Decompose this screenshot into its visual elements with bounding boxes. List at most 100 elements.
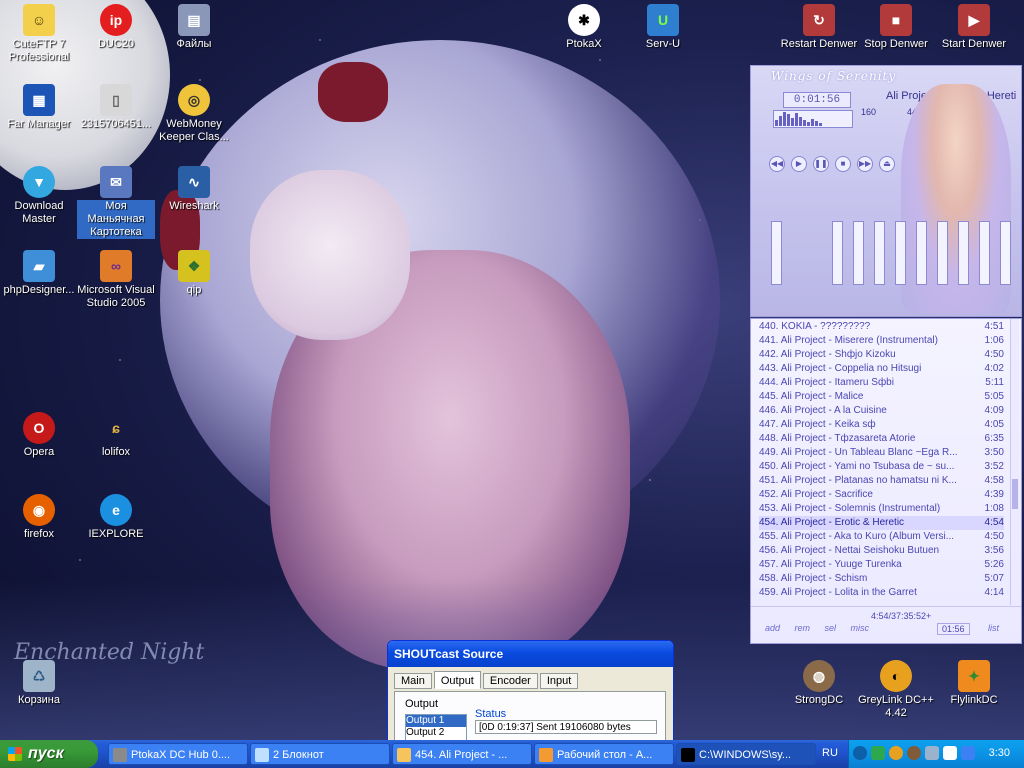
qip-tray-icon[interactable] — [871, 746, 885, 760]
playlist-row[interactable]: 440. KOKIA - ????????? 4:51 — [759, 320, 1004, 334]
output-item[interactable]: Output 2 — [406, 727, 466, 739]
network-icon[interactable] — [925, 746, 939, 760]
taskbar-item-winamp[interactable]: 454. Ali Project - ... — [392, 743, 532, 765]
taskbar-item-ptokax[interactable]: PtokaX DC Hub 0.... — [108, 743, 248, 765]
playlist-row[interactable]: 445. Ali Project - Malice 5:05 — [759, 390, 1004, 404]
tab-input[interactable]: Input — [539, 673, 579, 689]
playlist-row-duration: 1:08 — [984, 503, 1004, 514]
playlist-list-button[interactable]: list — [988, 623, 999, 633]
playlist-row-duration: 4:50 — [984, 349, 1004, 360]
eq-slider[interactable] — [1000, 221, 1011, 285]
desktop-icon-webmoney[interactable]: ◎ WebMoney Keeper Clas... — [155, 84, 233, 144]
playlist-scrollbar[interactable] — [1010, 319, 1019, 605]
start-button[interactable]: пуск — [0, 740, 98, 768]
taskbar-item-desktop-folder[interactable]: Рабочий стол - A... — [534, 743, 674, 765]
media-player-window[interactable]: Wings of Serenity 0:01:56 Ali Project - … — [750, 65, 1022, 317]
playlist-row[interactable]: 441. Ali Project - Miserere (Instrumenta… — [759, 334, 1004, 348]
eq-slider[interactable] — [958, 221, 969, 285]
restart-denwer-icon: ↻ — [803, 4, 835, 36]
desktop-icon-duc20[interactable]: ip DUC20 — [77, 4, 155, 51]
playlist-row[interactable]: 448. Ali Project - Tфzasareta Atorie 6:35 — [759, 432, 1004, 446]
eq-slider[interactable] — [895, 221, 906, 285]
desktop-icon-files[interactable]: ▤ Файлы — [155, 4, 233, 51]
desktop-icon-strongdc[interactable]: ◍ StrongDC — [780, 660, 858, 707]
desktop-icon-start-denwer[interactable]: ▶ Start Denwer — [935, 4, 1013, 51]
playlist-row[interactable]: 452. Ali Project - Sacrifice 4:39 — [759, 488, 1004, 502]
desktop-icon-lolifox[interactable]: ɕ lolifox — [77, 412, 155, 459]
chevron-left-icon[interactable] — [853, 746, 867, 760]
desktop-icon-phpdesigner[interactable]: ▰ phpDesigner... — [0, 250, 78, 297]
tab-output[interactable]: Output — [433, 671, 481, 689]
desktop-icon-ptokax[interactable]: ✱ PtokaX — [545, 4, 623, 51]
playlist-row[interactable]: 451. Ali Project - Platanas no hamatsu n… — [759, 474, 1004, 488]
desktop-icon-stop-denwer[interactable]: ■ Stop Denwer — [857, 4, 935, 51]
playlist-row[interactable]: 457. Ali Project - Yuuge Turenka 5:26 — [759, 558, 1004, 572]
eq-slider[interactable] — [832, 221, 843, 285]
playlist-window[interactable]: 440. KOKIA - ????????? 4:51 441. Ali Proje… — [750, 318, 1022, 644]
eq-slider[interactable] — [916, 221, 927, 285]
output-item[interactable]: Output 1 — [406, 715, 466, 727]
tab-encoder[interactable]: Encoder — [482, 673, 538, 689]
playlist-footer-buttons[interactable]: add rem sel misc — [765, 623, 869, 633]
taskbar-item-notepad[interactable]: 2 Блокнот — [250, 743, 390, 765]
desktop-icon-greylink[interactable]: ◐ GreyLink DC++ 4.42 — [857, 660, 935, 720]
tab-main[interactable]: Main — [394, 673, 432, 689]
taskbar-item-cmd[interactable]: C:\WINDOWS\sy... — [676, 743, 816, 765]
output-list[interactable]: Output 1 Output 2 — [405, 714, 467, 741]
playlist-row[interactable]: 442. Ali Project - Shфjo Kizoku 4:50 — [759, 348, 1004, 362]
desktop-icon-firefox[interactable]: ◉ firefox — [0, 494, 78, 541]
language-indicator[interactable]: RU — [822, 747, 838, 759]
playlist-row[interactable]: 446. Ali Project - A la Cuisine 4:09 — [759, 404, 1004, 418]
desktop-icon-file[interactable]: ▯ 2315706451... — [77, 84, 155, 131]
playlist-row[interactable]: 447. Ali Project - Keika sф 4:05 — [759, 418, 1004, 432]
pause-icon[interactable]: ❚❚ — [813, 156, 829, 172]
ptokax-icon — [113, 748, 127, 762]
playlist-row[interactable]: 454. Ali Project - Erotic & Heretic 4:54 — [759, 516, 1004, 530]
clock[interactable]: 3:30 — [989, 747, 1010, 759]
desktop-icon-recycle-bin[interactable]: ♺ Корзина — [0, 660, 78, 707]
playlist-row-title: 440. KOKIA - ????????? — [759, 321, 871, 332]
play-icon[interactable]: ▶ — [791, 156, 807, 172]
next-icon[interactable]: ▶▶ — [857, 156, 873, 172]
eq-preamp-slider[interactable] — [771, 221, 782, 285]
playlist-row[interactable]: 453. Ali Project - Solemnis (Instrumenta… — [759, 502, 1004, 516]
eq-slider[interactable] — [937, 221, 948, 285]
playlist-row[interactable]: 456. Ali Project - Nettai Seishoku Butue… — [759, 544, 1004, 558]
eq-slider[interactable] — [874, 221, 885, 285]
desktop-icon-restart-denwer[interactable]: ↻ Restart Denwer — [780, 4, 858, 51]
desktop-icon-cuteftp[interactable]: ☺ CuteFTP 7 Professional — [0, 4, 78, 64]
desktop-icon-servu[interactable]: U Serv-U — [624, 4, 702, 51]
playlist-row[interactable]: 459. Ali Project - Lolita in the Garret 4… — [759, 586, 1004, 600]
servu-icon: U — [647, 4, 679, 36]
playlist-row[interactable]: 444. Ali Project - Itameru Sфbi 5:11 — [759, 376, 1004, 390]
desktop-icon-iexplore[interactable]: e IEXPLORE — [77, 494, 155, 541]
desktop-icon-kartoteka[interactable]: ✉ Моя Маньячная Картотека — [77, 166, 155, 239]
playlist-row[interactable]: 455. Ali Project - Aka to Kuro (Album Ve… — [759, 530, 1004, 544]
desktop-icon-wireshark[interactable]: ∿ Wireshark — [155, 166, 233, 213]
desktop-icon-download-master[interactable]: ▼ Download Master — [0, 166, 78, 226]
shoutcast-window[interactable]: SHOUTcast Source Main Output Encoder Inp… — [387, 640, 674, 741]
desktop-icon-flylinkdc[interactable]: ✦ FlylinkDC — [935, 660, 1013, 707]
shoutcast-titlebar[interactable]: SHOUTcast Source — [388, 641, 673, 667]
eject-icon[interactable]: ⏏ — [879, 156, 895, 172]
playlist-row[interactable]: 449. Ali Project - Un Tableau Blanc ~Ega… — [759, 446, 1004, 460]
strongdc-tray-icon[interactable] — [907, 746, 921, 760]
playlist-position: 01:56 — [937, 623, 970, 635]
eq-slider[interactable] — [979, 221, 990, 285]
playlist-row[interactable]: 443. Ali Project - Coppelia no Hitsugi 4:… — [759, 362, 1004, 376]
greylink-tray-icon[interactable] — [889, 746, 903, 760]
desktop-icon-qip[interactable]: ❖ qip — [155, 250, 233, 297]
playlist-row-duration: 5:11 — [985, 377, 1004, 388]
volume-icon[interactable] — [943, 746, 957, 760]
desktop-icon-opera[interactable]: O Opera — [0, 412, 78, 459]
download-tray-icon[interactable] — [961, 746, 975, 760]
eq-slider[interactable] — [853, 221, 864, 285]
scrollbar-thumb[interactable] — [1012, 479, 1018, 509]
playlist-row[interactable]: 458. Ali Project - Schism 5:07 — [759, 572, 1004, 586]
playlist-row[interactable]: 450. Ali Project - Yami no Tsubasa de ~ … — [759, 460, 1004, 474]
desktop-icon-visual-studio[interactable]: ∞ Microsoft Visual Studio 2005 — [77, 250, 155, 310]
stop-icon[interactable]: ■ — [835, 156, 851, 172]
desktop-icon-far-manager[interactable]: ▦ Far Manager — [0, 84, 78, 131]
wireshark-icon: ∿ — [178, 166, 210, 198]
previous-icon[interactable]: ◀◀ — [769, 156, 785, 172]
